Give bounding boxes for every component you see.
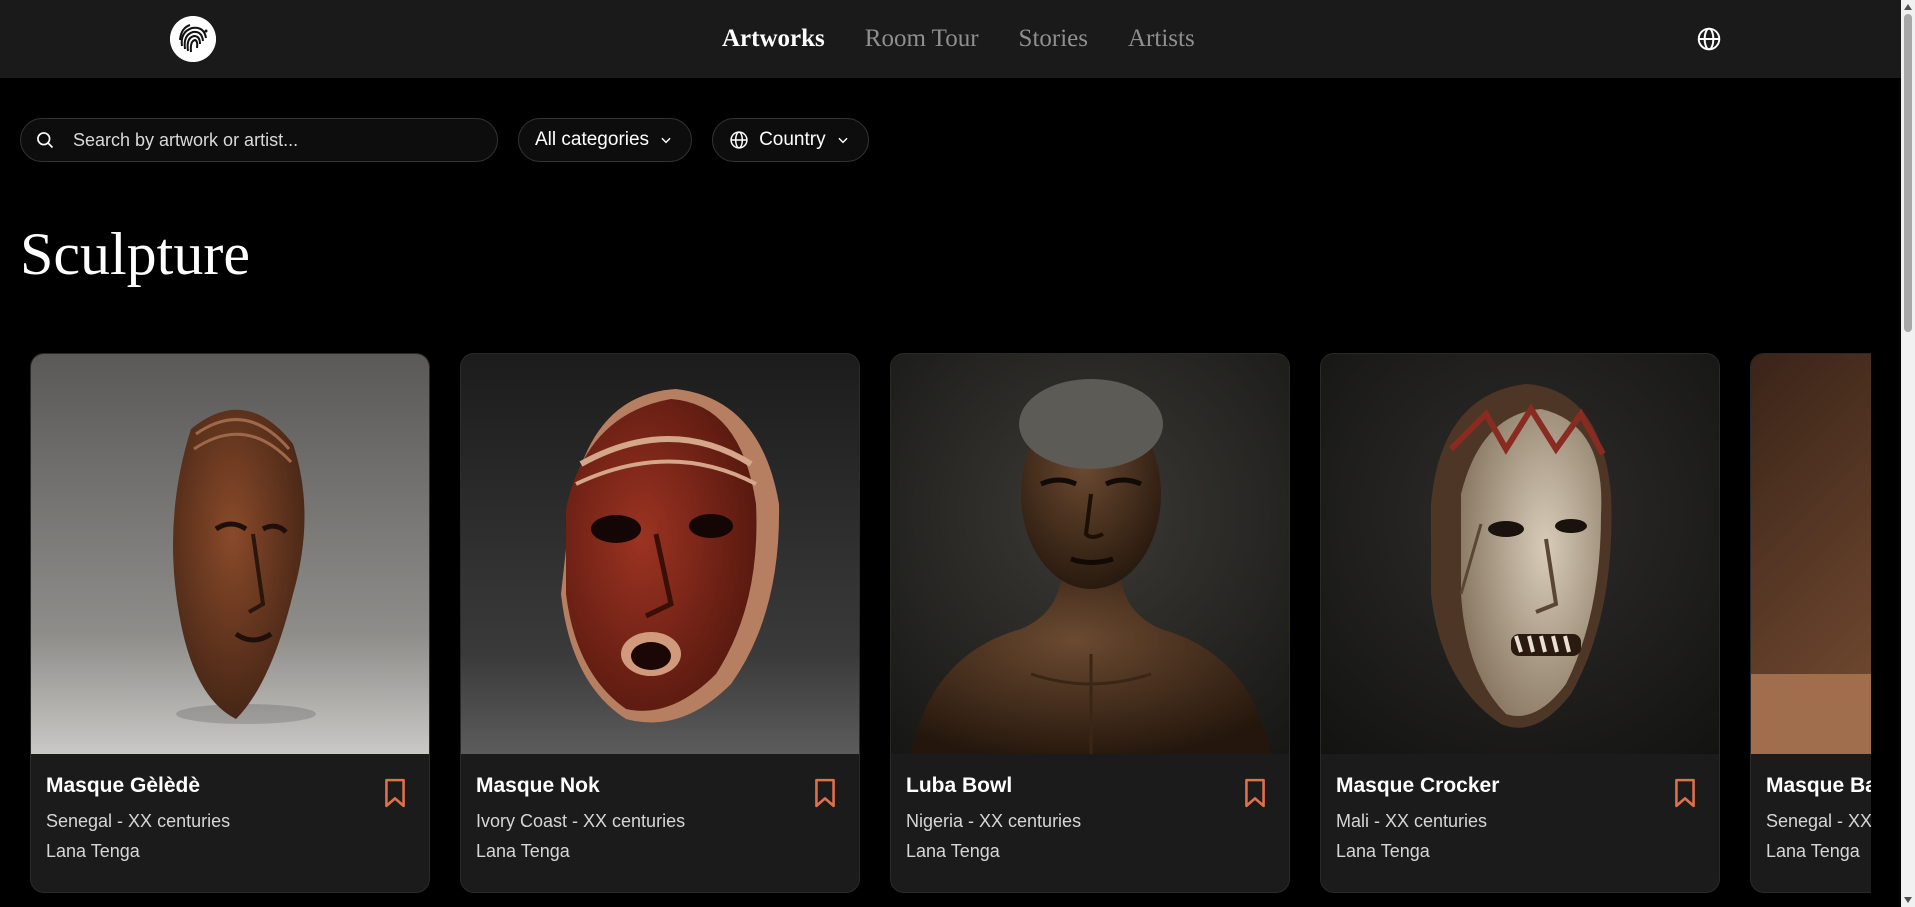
chevron-down-icon [661,137,671,144]
artwork-image [31,354,429,754]
artwork-title: Masque Ba [1766,774,1871,797]
artwork-card[interactable]: Masque Ba Senegal - XX Lana Tenga [1750,353,1871,893]
artwork-artist: Lana Tenga [906,841,1000,861]
artwork-image [891,354,1289,754]
artwork-title: Masque Gèlèdè [46,774,201,797]
artwork-meta: Senegal - XX [1766,811,1871,831]
scroll-thumb[interactable] [1904,14,1912,332]
artwork-card[interactable]: Masque Nok Ivory Coast - XX centuries La… [460,353,860,893]
bookmark-icon[interactable] [382,778,408,808]
page: Artworks Room Tour Stories Artists All c… [0,0,1915,907]
artwork-card[interactable]: Masque Crocker Mali - XX centuries Lana … [1320,353,1720,893]
scroll-up-arrow-icon[interactable] [1904,4,1912,10]
artwork-carousel: Masque Gèlèdè Senegal - XX centuries Lan… [0,353,1871,893]
nav-item-artworks[interactable]: Artworks [722,25,825,53]
chevron-down-icon [838,137,848,144]
logo-fingerprint-icon[interactable] [170,16,216,62]
search-icon [37,132,54,149]
globe-icon [730,131,748,149]
nav-item-artists[interactable]: Artists [1128,25,1195,53]
section-title: Sculpture [20,221,250,287]
artwork-image [461,354,859,754]
search-input[interactable] [71,128,497,152]
artwork-artist: Lana Tenga [1336,841,1430,861]
country-dropdown-label: Country [759,129,826,150]
artwork-card[interactable]: Luba Bowl Nigeria - XX centuries Lana Te… [890,353,1290,893]
artwork-meta: Nigeria - XX centuries [906,811,1082,831]
artwork-artist: Lana Tenga [46,841,140,861]
artwork-title: Masque Nok [476,774,600,797]
country-dropdown[interactable]: Country [712,118,869,162]
search-box [20,118,498,162]
category-dropdown[interactable]: All categories [518,118,693,162]
language-globe-icon[interactable] [1696,26,1722,52]
artwork-title: Masque Crocker [1336,774,1500,797]
nav-item-stories[interactable]: Stories [1019,25,1088,53]
filters-row: All categories Country [20,118,869,162]
nav-item-room-tour[interactable]: Room Tour [865,25,979,53]
artwork-card[interactable]: Masque Gèlèdè Senegal - XX centuries Lan… [30,353,430,893]
top-nav-bar: Artworks Room Tour Stories Artists [0,0,1905,78]
category-dropdown-label: All categories [535,129,650,150]
artwork-meta: Mali - XX centuries [1336,811,1488,831]
bookmark-icon[interactable] [812,778,838,808]
artwork-meta: Ivory Coast - XX centuries [476,811,686,831]
scroll-down-arrow-icon[interactable] [1904,897,1912,903]
bookmark-icon[interactable] [1242,778,1268,808]
artwork-image [1321,354,1719,754]
artwork-meta: Senegal - XX centuries [46,811,231,831]
artwork-artist: Lana Tenga [476,841,570,861]
artwork-artist: Lana Tenga [1766,841,1860,861]
page-scrollbar[interactable] [1901,0,1915,907]
artwork-image [1751,354,1871,754]
artwork-title: Luba Bowl [906,774,1013,797]
main-nav: Artworks Room Tour Stories Artists [722,0,1195,78]
bookmark-icon[interactable] [1672,778,1698,808]
